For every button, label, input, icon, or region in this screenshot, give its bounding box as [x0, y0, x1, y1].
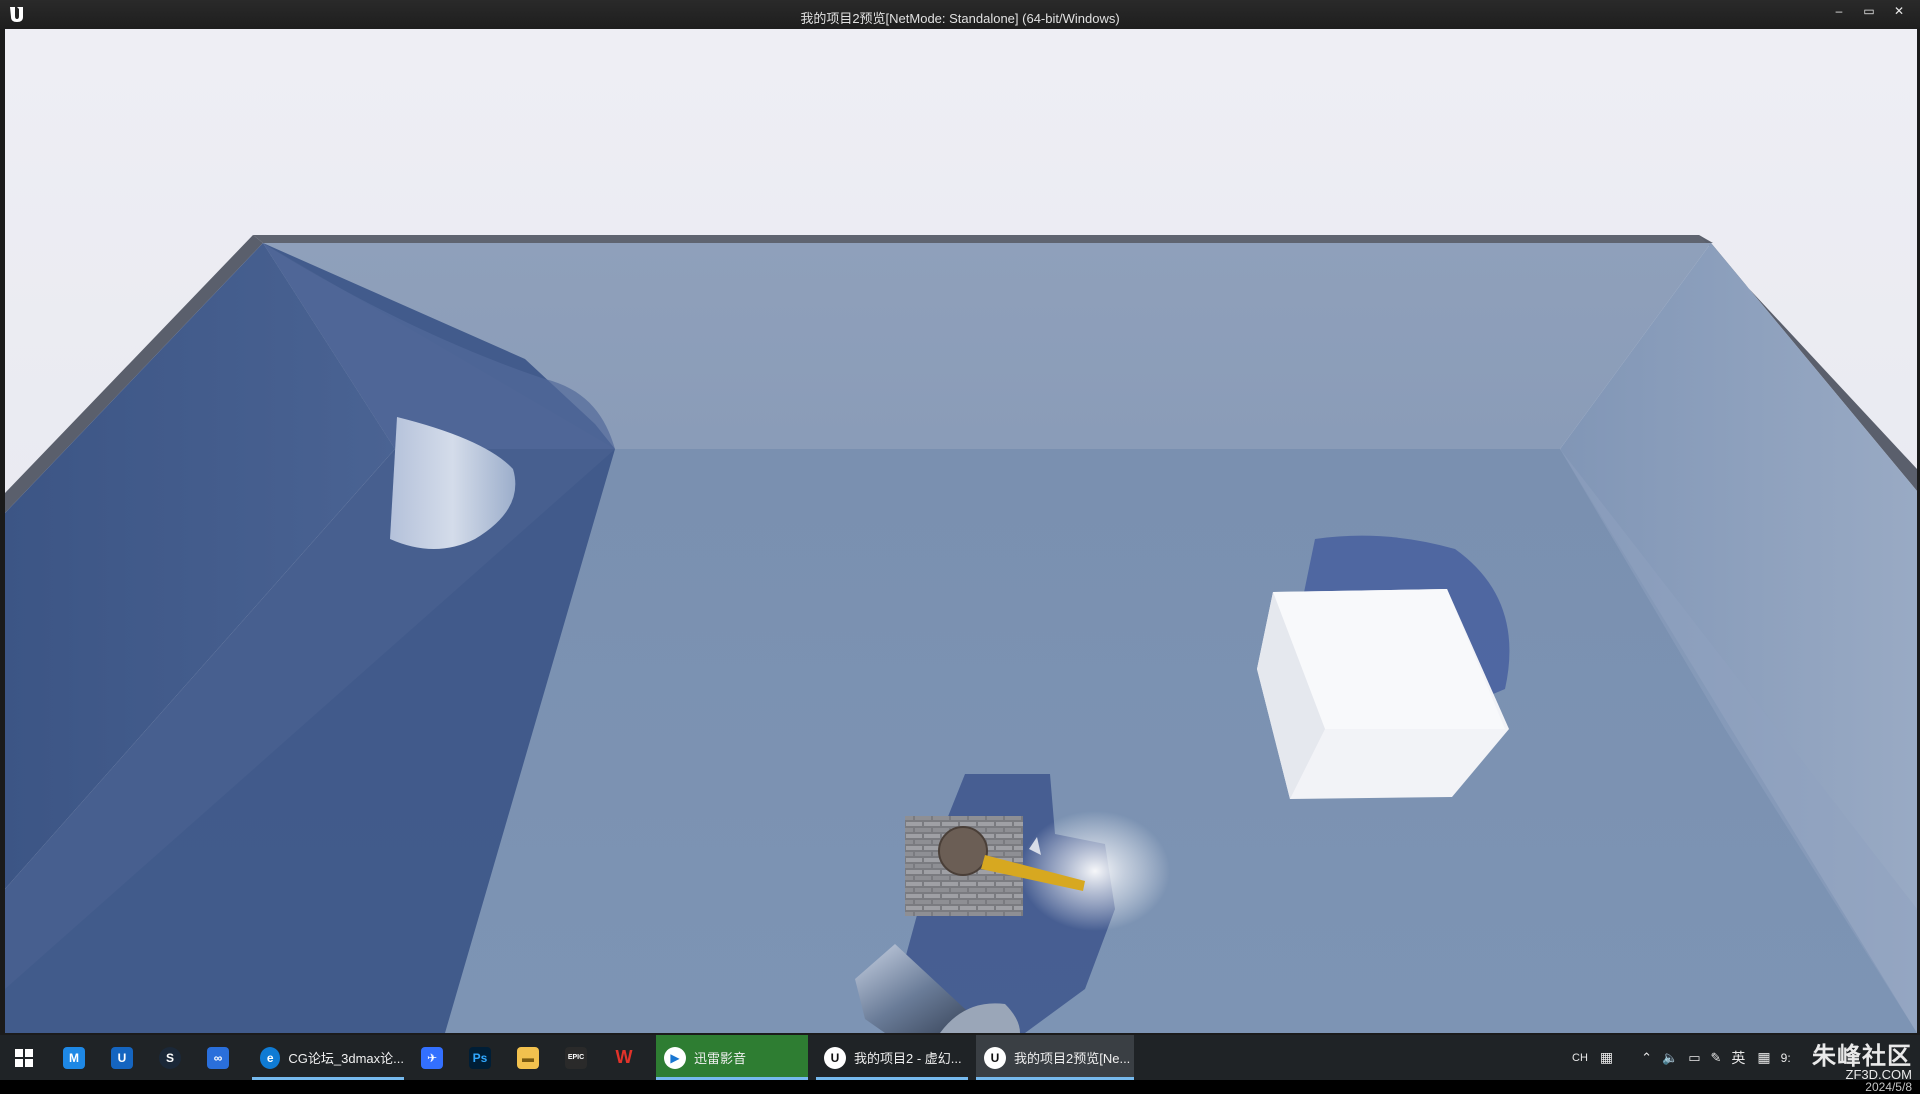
- photoshop-icon: Ps: [469, 1046, 491, 1069]
- task-label: 迅雷影音: [694, 1051, 747, 1066]
- game-viewport[interactable]: [5, 29, 1917, 1033]
- back-wall-rim: [253, 235, 1713, 243]
- maximize-button[interactable]: ▭: [1856, 4, 1882, 18]
- window-title: 我的项目2预览[NetMode: Standalone] (64-bit/Win…: [800, 11, 1120, 26]
- xunlei-player-icon: ▶: [664, 1046, 686, 1069]
- task-label: 我的项目2 - 虚幻...: [854, 1051, 962, 1066]
- language-indicator[interactable]: CH: [1572, 1052, 1588, 1064]
- taskbar-photoshop[interactable]: Ps: [460, 1035, 500, 1080]
- taskbar-baidu-netdisk[interactable]: ∞: [198, 1035, 238, 1080]
- windows-taskbar: M U S ∞ e CG论坛_3dmax论... ✈ Ps ▬ EPIC W ▶…: [0, 1035, 1920, 1080]
- clock-date: 2024/5/8: [1865, 1080, 1912, 1094]
- game-preview-window: 我的项目2预览[NetMode: Standalone] (64-bit/Win…: [0, 0, 1920, 1035]
- wps-icon: W: [615, 1047, 633, 1067]
- task-label: CG论坛_3dmax论...: [288, 1051, 404, 1066]
- app-blue-m-icon: M: [63, 1046, 85, 1069]
- clock-time[interactable]: 9:: [1781, 1051, 1791, 1065]
- ime-mode[interactable]: 英: [1731, 1048, 1745, 1068]
- taskbar-pinned-app-1[interactable]: M: [54, 1035, 94, 1080]
- window-controls: – ▭ ✕: [1826, 4, 1912, 18]
- feishu-icon: ✈: [421, 1046, 443, 1069]
- taskbar-file-explorer[interactable]: ▬: [508, 1035, 548, 1080]
- unreal-engine-icon: U: [824, 1046, 846, 1069]
- start-button[interactable]: [6, 1035, 42, 1080]
- taskbar-feishu[interactable]: ✈: [412, 1035, 452, 1080]
- steam-icon: S: [159, 1046, 181, 1069]
- title-bar[interactable]: 我的项目2预览[NetMode: Standalone] (64-bit/Win…: [0, 0, 1920, 29]
- taskbar-task-unreal-preview[interactable]: U 我的项目2预览[Ne...: [976, 1035, 1134, 1080]
- taskbar-task-unreal-editor[interactable]: U 我的项目2 - 虚幻...: [816, 1035, 968, 1080]
- windows-start-icon: [15, 1048, 33, 1067]
- taskbar-task-edge[interactable]: e CG论坛_3dmax论...: [252, 1035, 404, 1080]
- round-lid: [938, 826, 988, 876]
- taskbar-task-xunlei[interactable]: ▶ 迅雷影音: [656, 1035, 808, 1080]
- app-u-icon: U: [111, 1046, 133, 1069]
- taskbar-epic-games[interactable]: EPIC: [556, 1035, 596, 1080]
- pen-icon[interactable]: ✎: [1711, 1050, 1722, 1066]
- ime-grid-icon[interactable]: ▦: [1757, 1049, 1770, 1066]
- baidu-netdisk-icon: ∞: [207, 1046, 229, 1069]
- epic-games-icon: EPIC: [565, 1046, 587, 1069]
- 3d-scene: [5, 29, 1917, 1033]
- chevron-up-icon[interactable]: ⌃: [1641, 1050, 1652, 1066]
- minimize-button[interactable]: –: [1826, 4, 1852, 18]
- taskbar-wps[interactable]: W: [604, 1035, 644, 1080]
- taskbar-steam[interactable]: S: [150, 1035, 190, 1080]
- file-explorer-icon: ▬: [517, 1046, 539, 1069]
- taskbar-pinned-app-2[interactable]: U: [102, 1035, 142, 1080]
- system-tray: CH ▦ ⌃ 🔈 ▭ ✎ 英 ▦ 9:: [1572, 1035, 1791, 1080]
- keyboard-grid-icon[interactable]: ▦: [1600, 1049, 1613, 1066]
- task-label: 我的项目2预览[Ne...: [1014, 1051, 1131, 1066]
- speaker-icon[interactable]: 🔈: [1662, 1050, 1678, 1066]
- network-icon[interactable]: ▭: [1688, 1050, 1700, 1066]
- edge-browser-icon: e: [260, 1046, 281, 1069]
- close-button[interactable]: ✕: [1886, 4, 1912, 18]
- unreal-engine-icon: U: [984, 1046, 1006, 1069]
